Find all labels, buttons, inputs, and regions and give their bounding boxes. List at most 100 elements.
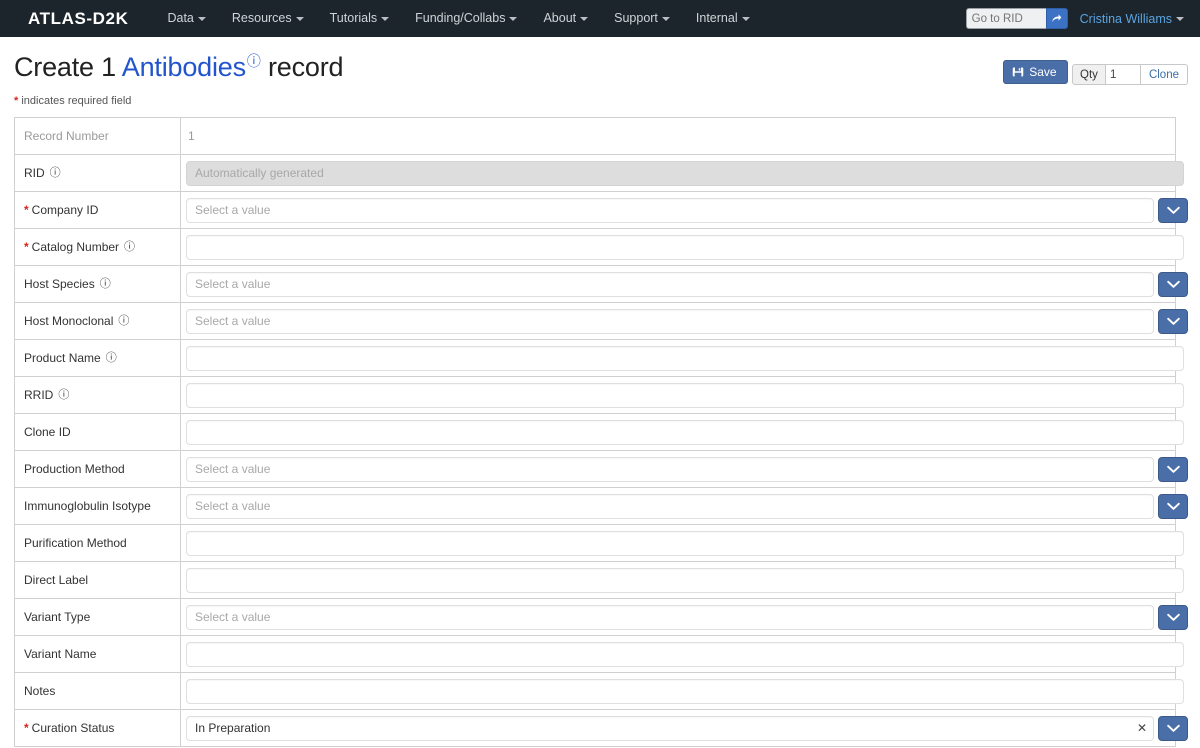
chevron-down-icon: [1166, 206, 1180, 214]
user-name: Cristina Williams: [1079, 11, 1172, 26]
text-input-product-name[interactable]: [186, 345, 1184, 371]
nav-item-label: About: [543, 11, 577, 25]
select-input-host-monoclonal[interactable]: Select a value: [186, 308, 1154, 334]
nav-item-label: Data: [167, 11, 194, 25]
form-row-variant-name: Variant Name: [15, 636, 1184, 674]
info-icon[interactable]: ⓘ: [118, 315, 129, 328]
select-input-company-id[interactable]: Select a value: [186, 197, 1154, 223]
dropdown-button-curation-status[interactable]: [1158, 715, 1188, 741]
field-cell-notes: [181, 678, 1192, 704]
field-cell-clone-id: [181, 419, 1192, 445]
text-input-rrid[interactable]: [186, 382, 1184, 408]
chevron-down-icon: [1166, 613, 1180, 621]
chevron-down-icon: [381, 16, 390, 21]
form-row-product-name: Product Name ⓘ: [15, 340, 1184, 378]
chevron-down-icon: [1166, 724, 1180, 732]
text-input-purification-method[interactable]: [186, 530, 1184, 556]
entity-link[interactable]: Antibodies: [122, 52, 246, 82]
select-input-curation-status[interactable]: In Preparation ✕: [186, 715, 1154, 741]
nav-item-about[interactable]: About: [530, 0, 601, 37]
chevron-down-icon: [1176, 17, 1184, 22]
field-label-text: Catalog Number: [31, 240, 120, 255]
form-row-purification-method: Purification Method: [15, 525, 1184, 563]
field-label-catalog-number: * Catalog Number ⓘ: [15, 229, 181, 266]
clone-button[interactable]: Clone: [1139, 64, 1188, 85]
select-value-text: In Preparation: [195, 721, 271, 736]
text-input-clone-id[interactable]: [186, 419, 1184, 445]
text-input-variant-name[interactable]: [186, 641, 1184, 667]
form-row-record-number: Record Number 1: [15, 118, 1175, 156]
field-label-text: Immunoglobulin Isotype: [24, 499, 151, 514]
info-icon[interactable]: ⓘ: [58, 389, 69, 402]
form-row-catalog-number: * Catalog Number ⓘ: [15, 229, 1184, 267]
field-label-text: Record Number: [24, 129, 109, 144]
page-header: Create 1 Antibodiesⓘ record * indicates …: [0, 37, 1200, 107]
save-disk-icon: [1012, 67, 1024, 76]
required-asterisk: *: [14, 95, 19, 108]
go-to-rid-button[interactable]: [1045, 8, 1068, 29]
nav-item-label: Support: [614, 11, 658, 25]
select-input-host-species[interactable]: Select a value: [186, 271, 1154, 297]
dropdown-button-host-monoclonal[interactable]: [1158, 308, 1188, 334]
select-input-variant-type[interactable]: Select a value: [186, 604, 1154, 630]
dropdown-button-variant-type[interactable]: [1158, 604, 1188, 630]
go-arrow-icon: [1052, 14, 1062, 22]
nav-item-support[interactable]: Support: [601, 0, 683, 37]
nav-menu: Data Resources Tutorials Funding/Collabs Abo…: [154, 0, 762, 37]
field-label-text: Curation Status: [31, 721, 115, 736]
info-icon[interactable]: ⓘ: [106, 352, 117, 365]
chevron-down-icon: [580, 16, 589, 21]
field-label-company-id: * Company ID: [15, 192, 181, 229]
info-icon[interactable]: ⓘ: [247, 53, 261, 69]
field-label-purification-method: Purification Method: [15, 525, 181, 562]
nav-item-resources[interactable]: Resources: [219, 0, 317, 37]
field-cell-company-id: Select a value: [181, 197, 1196, 223]
field-label-text: Purification Method: [24, 536, 127, 551]
nav-item-tutorials[interactable]: Tutorials: [317, 0, 402, 37]
text-input-direct-label[interactable]: [186, 567, 1184, 593]
form-row-direct-label: Direct Label: [15, 562, 1184, 600]
text-input-notes[interactable]: [186, 678, 1184, 704]
go-to-rid-input[interactable]: [965, 8, 1046, 29]
field-label-variant-type: Variant Type: [15, 599, 181, 636]
save-button-label: Save: [1029, 64, 1057, 79]
field-cell-purification-method: [181, 530, 1192, 556]
field-cell-direct-label: [181, 567, 1192, 593]
nav-item-data[interactable]: Data: [154, 0, 218, 37]
field-cell-variant-type: Select a value: [181, 604, 1196, 630]
qty-input[interactable]: [1105, 64, 1140, 85]
brand-logo[interactable]: ATLAS-D2K: [28, 9, 128, 29]
clear-icon[interactable]: ✕: [1137, 722, 1147, 734]
field-label-text: Host Monoclonal: [24, 314, 114, 329]
select-input-production-method[interactable]: Select a value: [186, 456, 1154, 482]
qty-label: Qty: [1072, 64, 1106, 85]
select-value-text: Select a value: [195, 462, 271, 477]
text-input-catalog-number[interactable]: [186, 234, 1184, 260]
chevron-down-icon: [1166, 502, 1180, 510]
chevron-down-icon: [509, 16, 518, 21]
dropdown-button-immunoglobulin-isotype[interactable]: [1158, 493, 1188, 519]
dropdown-button-host-species[interactable]: [1158, 271, 1188, 297]
quantity-clone-group: Qty Clone: [1072, 64, 1188, 85]
nav-item-internal[interactable]: Internal: [683, 0, 763, 37]
select-input-immunoglobulin-isotype[interactable]: Select a value: [186, 493, 1154, 519]
nav-item-funding-collabs[interactable]: Funding/Collabs: [402, 0, 530, 37]
form-row-production-method: Production Method Select a value: [15, 451, 1188, 489]
chevron-down-icon: [661, 16, 670, 21]
form-row-rrid: RRID ⓘ: [15, 377, 1184, 415]
info-icon[interactable]: ⓘ: [50, 167, 61, 180]
info-icon[interactable]: ⓘ: [100, 278, 111, 291]
nav-item-label: Resources: [231, 11, 292, 25]
field-cell-host-species: Select a value: [181, 271, 1196, 297]
field-label-direct-label: Direct Label: [15, 562, 181, 599]
field-cell-rrid: [181, 382, 1192, 408]
info-icon[interactable]: ⓘ: [124, 241, 135, 254]
form-row-company-id: * Company ID Select a value: [15, 192, 1188, 230]
form-row-host-species: Host Species ⓘ Select a value: [15, 266, 1188, 304]
select-group-immunoglobulin-isotype: Select a value: [186, 493, 1188, 519]
user-menu[interactable]: Cristina Williams: [1080, 12, 1190, 26]
dropdown-button-company-id[interactable]: [1158, 197, 1188, 223]
save-button[interactable]: Save: [1003, 59, 1068, 84]
dropdown-button-production-method[interactable]: [1158, 456, 1188, 482]
field-cell-curation-status: In Preparation ✕: [181, 715, 1196, 741]
